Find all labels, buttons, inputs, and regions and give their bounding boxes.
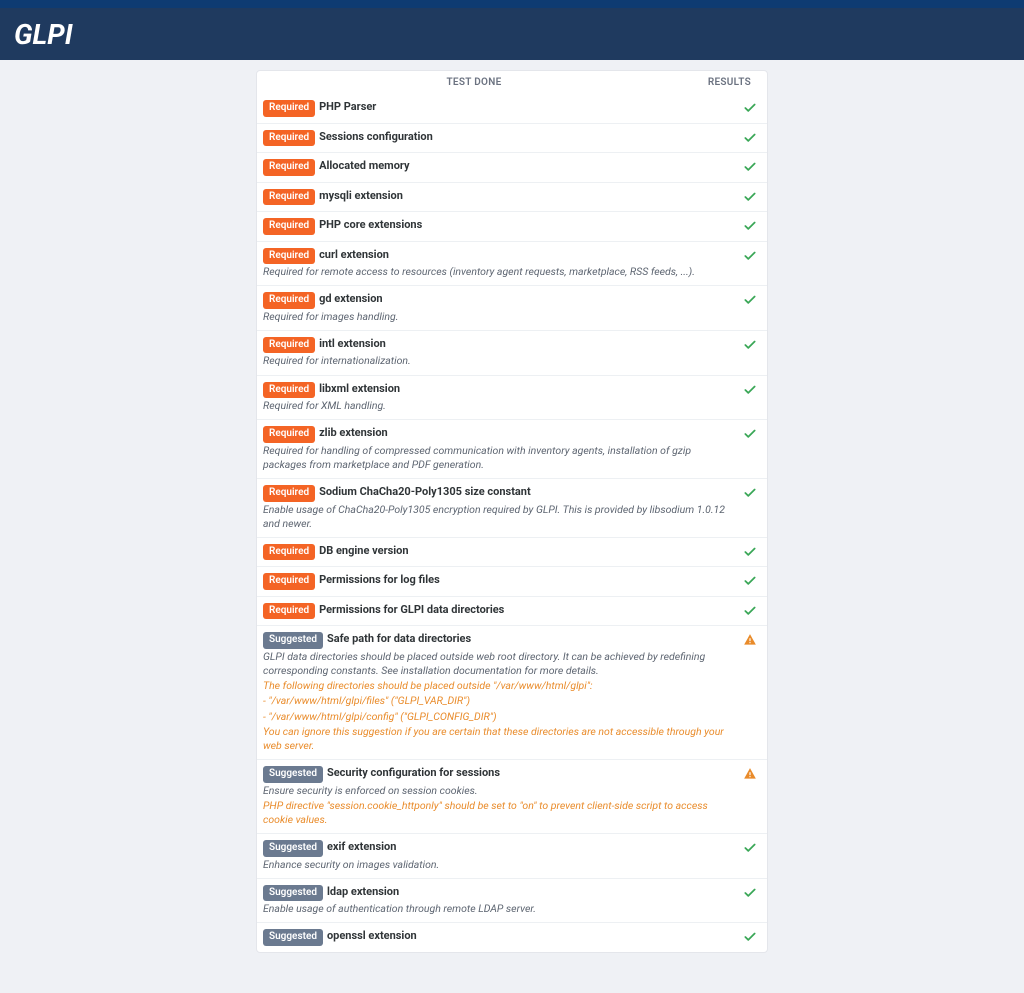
suggested-badge: Suggested [263, 766, 323, 783]
row-title: Permissions for log files [319, 573, 440, 586]
check-icon [743, 293, 757, 307]
row-title: gd extension [319, 292, 383, 305]
row-description: Required for internationalization. [263, 354, 731, 368]
check-icon [743, 545, 757, 559]
check-icon [743, 101, 757, 115]
table-row: Required Permissions for log files [257, 566, 767, 596]
required-badge: Required [263, 292, 315, 309]
row-title: Sessions configuration [319, 130, 433, 143]
check-icon [743, 841, 757, 855]
column-header-test: TEST DONE [257, 77, 691, 88]
suggested-badge: Suggested [263, 840, 323, 857]
check-icon [743, 383, 757, 397]
row-title: ldap extension [327, 885, 399, 898]
table-row: Suggested ldap extension Enable usage of a… [257, 878, 767, 923]
required-badge: Required [263, 544, 315, 561]
check-icon [743, 486, 757, 500]
row-description: Required for handling of compressed comm… [263, 444, 731, 472]
suggested-badge: Suggested [263, 885, 323, 902]
row-title: curl extension [319, 248, 389, 261]
row-description: GLPI data directories should be placed o… [263, 650, 731, 678]
required-badge: Required [263, 337, 315, 354]
table-row: Required intl extension Required for inter… [257, 330, 767, 375]
check-icon [743, 219, 757, 233]
row-title: Permissions for GLPI data directories [319, 603, 504, 616]
table-row: Required Sodium ChaCha20-Poly1305 size co… [257, 478, 767, 537]
row-title: Security configuration for sessions [327, 766, 500, 779]
row-description: Required for remote access to resources … [263, 265, 731, 279]
row-description: Enhance security on images validation. [263, 858, 731, 872]
check-icon [743, 338, 757, 352]
table-row: Required DB engine version [257, 537, 767, 567]
required-badge: Required [263, 485, 315, 502]
table-row: Required PHP core extensions [257, 211, 767, 241]
check-icon [743, 131, 757, 145]
required-badge: Required [263, 382, 315, 399]
suggested-badge: Suggested [263, 929, 323, 946]
row-warning-line: The following directories should be plac… [263, 679, 731, 693]
table-row: Required zlib extension Required for handl… [257, 419, 767, 478]
warning-icon [743, 767, 757, 781]
row-warning-line: You can ignore this suggestion if you ar… [263, 725, 731, 753]
row-title: mysqli extension [319, 189, 403, 202]
required-badge: Required [263, 159, 315, 176]
table-row: Required libxml extension Required for XML… [257, 375, 767, 420]
required-badge: Required [263, 426, 315, 443]
table-row: Required PHP Parser [257, 94, 767, 123]
row-title: intl extension [319, 337, 386, 350]
row-warning-line: ‑ "/var/www/html/glpi/config" ("GLPI_CON… [263, 710, 731, 724]
row-title: zlib extension [319, 426, 388, 439]
panel-header: TEST DONE RESULTS [257, 71, 767, 94]
row-title: Safe path for data directories [327, 632, 471, 645]
check-icon [743, 249, 757, 263]
row-description: Required for XML handling. [263, 399, 731, 413]
brand-logo: GLPI [14, 18, 74, 51]
row-warning-line: ‑ "/var/www/html/glpi/files" ("GLPI_VAR_… [263, 694, 731, 708]
table-row: Required Allocated memory [257, 152, 767, 182]
row-warning-line: PHP directive "session.cookie_httponly" … [263, 799, 731, 827]
app-header: GLPI [0, 8, 1024, 60]
row-description: Enable usage of ChaCha20-Poly1305 encryp… [263, 503, 731, 531]
browser-chrome-top [0, 0, 1024, 8]
row-title: Sodium ChaCha20-Poly1305 size constant [319, 485, 531, 498]
row-title: openssl extension [327, 929, 417, 942]
required-badge: Required [263, 248, 315, 265]
row-title: Allocated memory [319, 159, 410, 172]
column-header-results: RESULTS [691, 77, 757, 88]
table-row: Suggested exif extension Enhance security … [257, 833, 767, 878]
table-row: Required gd extension Required for images … [257, 285, 767, 330]
check-icon [743, 190, 757, 204]
row-title: exif extension [327, 840, 396, 853]
check-icon [743, 574, 757, 588]
table-row: Suggested Safe path for data directories G… [257, 625, 767, 759]
row-title: PHP core extensions [319, 218, 422, 231]
table-row: Suggested openssl extension [257, 922, 767, 952]
required-badge: Required [263, 130, 315, 147]
row-title: DB engine version [319, 544, 408, 557]
check-icon [743, 427, 757, 441]
required-badge: Required [263, 603, 315, 620]
table-row: Required Sessions configuration [257, 123, 767, 153]
required-badge: Required [263, 218, 315, 235]
check-icon [743, 160, 757, 174]
table-row: Suggested Security configuration for sess… [257, 759, 767, 833]
suggested-badge: Suggested [263, 632, 323, 649]
required-badge: Required [263, 100, 315, 117]
warning-icon [743, 633, 757, 647]
row-title: libxml extension [319, 382, 400, 395]
check-icon [743, 886, 757, 900]
check-icon [743, 930, 757, 944]
table-row: Required mysqli extension [257, 182, 767, 212]
table-row: Required Permissions for GLPI data direct… [257, 596, 767, 626]
row-description: Enable usage of authentication through r… [263, 902, 731, 916]
row-description: Required for images handling. [263, 310, 731, 324]
table-row: Required curl extension Required for remot… [257, 241, 767, 286]
brand-text: GLPI [14, 18, 73, 51]
row-title: PHP Parser [319, 100, 376, 113]
requirements-panel: TEST DONE RESULTS RequiredPHP ParserRequ… [256, 70, 768, 953]
row-description: Ensure security is enforced on session c… [263, 784, 731, 798]
required-badge: Required [263, 573, 315, 590]
check-icon [743, 604, 757, 618]
required-badge: Required [263, 189, 315, 206]
